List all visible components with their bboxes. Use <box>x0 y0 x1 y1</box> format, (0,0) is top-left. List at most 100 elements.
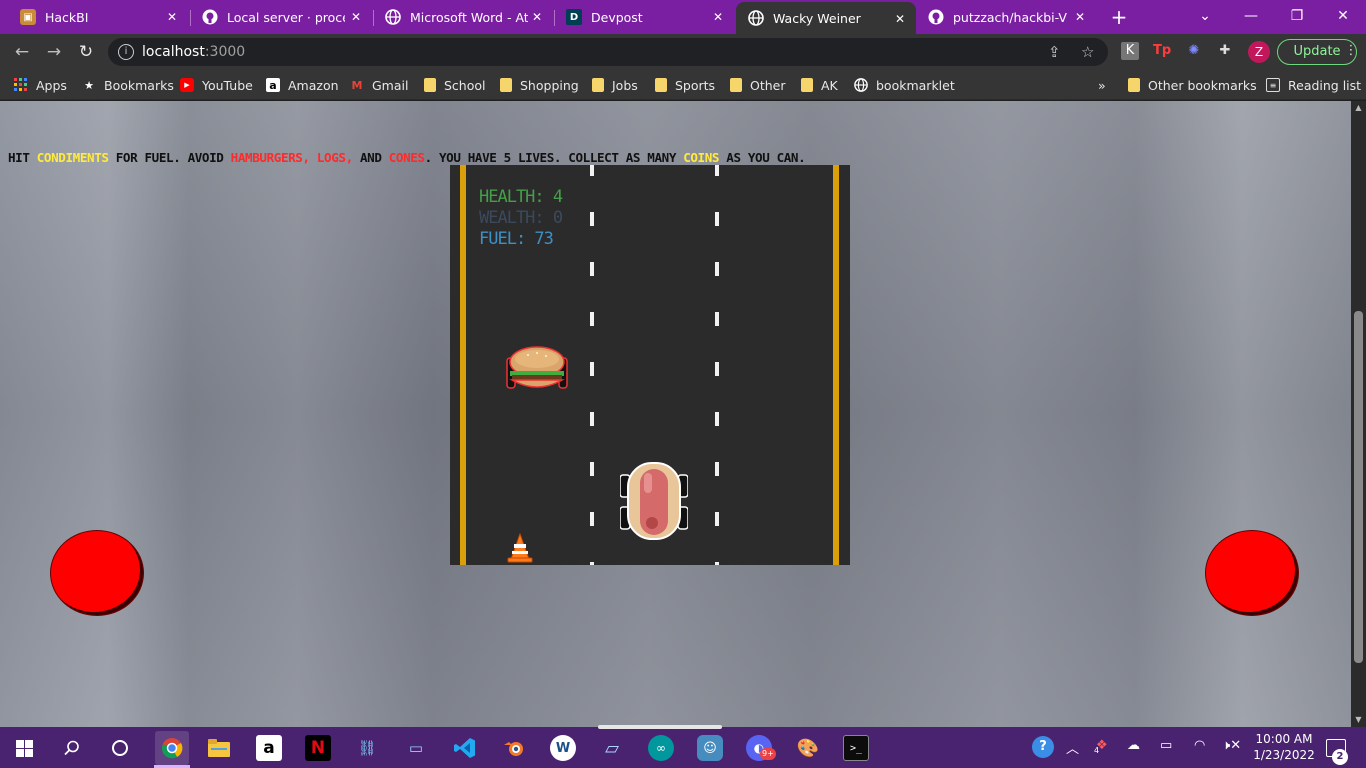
close-window-button[interactable]: ✕ <box>1331 4 1355 28</box>
tab-microsoft-word[interactable]: Microsoft Word - Attendance ✕ <box>373 0 553 34</box>
extension-tp-icon[interactable]: Tp <box>1153 42 1171 60</box>
restore-button[interactable]: ❐ <box>1285 4 1309 28</box>
address-bar[interactable]: i localhost:3000 ⇪ ☆ <box>108 38 1108 66</box>
game-instructions: Hit condiments for fuel. Avoid hamburger… <box>8 150 806 165</box>
close-icon[interactable]: ✕ <box>348 9 364 25</box>
scroll-down-arrow-icon[interactable]: ▼ <box>1354 715 1363 725</box>
show-hidden-icons-chevron-icon[interactable]: ︿ <box>1066 738 1079 757</box>
bookmark-folder-other[interactable]: Other <box>730 76 786 94</box>
lane-dash <box>590 262 594 276</box>
star-icon: ★ <box>84 78 94 92</box>
github-icon <box>928 9 944 25</box>
extension-color-icon[interactable]: ✺ <box>1185 42 1203 60</box>
chrome-icon[interactable] <box>155 731 189 765</box>
lane-dash <box>590 462 594 476</box>
system-clock[interactable]: 10:00 AM 1/23/2022 <box>1248 731 1320 763</box>
bookmark-youtube[interactable]: ▶ YouTube <box>180 76 253 94</box>
bookmark-amazon[interactable]: a Amazon <box>266 76 339 94</box>
netflix-icon[interactable]: N <box>305 735 331 761</box>
godot-icon[interactable]: ☺ <box>697 735 723 761</box>
road-left-edge-line <box>460 165 466 565</box>
help-icon[interactable]: ? <box>1032 736 1054 758</box>
minimize-button[interactable]: — <box>1239 4 1263 28</box>
new-tab-button[interactable]: + <box>1108 6 1130 28</box>
bookmark-other-bookmarks[interactable]: Other bookmarks <box>1128 76 1257 94</box>
more-bookmarks-chevron-icon[interactable]: » <box>1098 76 1106 94</box>
right-control-button[interactable] <box>1206 531 1298 615</box>
tab-hackbi-repo[interactable]: putzzach/hackbi-V ✕ <box>916 0 1096 34</box>
bookmark-folder-shopping[interactable]: Shopping <box>500 76 579 94</box>
bookmark-folder-school[interactable]: School <box>424 76 486 94</box>
wealth-stat: Wealth: 0 <box>479 208 563 228</box>
lane-dash <box>590 512 594 526</box>
amazon-icon: a <box>266 78 280 92</box>
tab-search-icon[interactable]: ⌄ <box>1193 4 1217 28</box>
stats-panel: Health: 4 Wealth: 0 Fuel: 73 <box>479 187 563 250</box>
menu-kebab-icon[interactable]: ⋮ <box>1342 42 1360 60</box>
share-icon[interactable]: ⇪ <box>1048 43 1061 61</box>
search-icon[interactable] <box>59 735 85 761</box>
amazon-app-icon[interactable]: a <box>256 735 282 761</box>
discord-icon[interactable]: ◐ 9+ <box>746 735 776 761</box>
onedrive-icon[interactable]: ☁ <box>1127 738 1140 753</box>
extension-k-icon[interactable]: K <box>1121 42 1139 60</box>
tab-devpost[interactable]: D Devpost ✕ <box>554 0 734 34</box>
lane-dash <box>715 512 719 526</box>
terminal-icon[interactable]: >_ <box>843 735 869 761</box>
notes-app-icon[interactable]: ▱ <box>599 735 625 761</box>
bookmark-folder-ak[interactable]: AK <box>801 76 838 94</box>
apps-grid-icon <box>14 78 28 92</box>
lane-dash <box>715 562 719 565</box>
gmail-icon: M <box>351 78 363 92</box>
tab-local-server[interactable]: Local server · processing ✕ <box>190 0 372 34</box>
tab-hackbi[interactable]: ▣ HackBI ✕ <box>8 0 188 34</box>
page-scrollbar[interactable]: ▲ ▼ <box>1351 101 1366 727</box>
windows-taskbar: a N ⛓ ▭ W ▱ ∞ ☺ ◐ 9+ 🎨 >_ ? ︿ ❖ 4 ☁ ▭ ◠ 🕨… <box>0 727 1366 768</box>
browser-tab-strip: ▣ HackBI ✕ Local server · processing ✕ M… <box>0 0 1366 34</box>
left-control-button[interactable] <box>51 531 143 615</box>
bookmark-bookmarks[interactable]: ★ Bookmarks <box>82 76 174 94</box>
blender-icon[interactable] <box>501 735 527 761</box>
bookmark-folder-jobs[interactable]: Jobs <box>592 76 638 94</box>
scroll-up-arrow-icon[interactable]: ▲ <box>1354 103 1363 113</box>
paint-icon[interactable]: 🎨 <box>795 735 821 761</box>
arduino-icon[interactable]: ∞ <box>648 735 674 761</box>
tab-wacky-weiner[interactable]: Wacky Weiner ✕ <box>736 2 916 34</box>
folder-icon <box>801 78 813 92</box>
close-icon[interactable]: ✕ <box>529 9 545 25</box>
remote-desktop-icon[interactable]: ▭ <box>403 735 429 761</box>
file-explorer-icon[interactable] <box>206 735 232 761</box>
back-button[interactable]: ← <box>10 40 34 64</box>
network-tool-icon[interactable]: ⛓ <box>354 735 380 761</box>
scrollbar-thumb[interactable] <box>1354 311 1363 663</box>
bookmark-star-icon[interactable]: ☆ <box>1081 43 1094 61</box>
bookmark-apps[interactable]: Apps <box>14 76 67 94</box>
bookmarks-bar: Apps ★ Bookmarks ▶ YouTube a Amazon M Gm… <box>0 70 1366 100</box>
reading-list-button[interactable]: ≡ Reading list <box>1266 76 1361 94</box>
close-icon[interactable]: ✕ <box>1072 9 1088 25</box>
forward-button[interactable]: → <box>42 40 66 64</box>
profile-avatar[interactable]: Z <box>1248 41 1270 63</box>
bookmark-gmail[interactable]: M Gmail <box>350 76 409 94</box>
wifi-icon[interactable]: ◠ <box>1194 738 1205 753</box>
bookmark-bookmarklet[interactable]: bookmarklet <box>854 76 955 94</box>
volume-muted-icon[interactable]: 🕨✕ <box>1222 738 1241 753</box>
close-icon[interactable]: ✕ <box>164 9 180 25</box>
folder-icon <box>1128 78 1140 92</box>
hotdog-player-car[interactable] <box>620 461 688 541</box>
close-icon[interactable]: ✕ <box>710 9 726 25</box>
battery-icon[interactable]: ▭ <box>1160 738 1172 753</box>
game-canvas[interactable]: Health: 4 Wealth: 0 Fuel: 73 <box>450 165 850 565</box>
site-info-icon[interactable]: i <box>118 44 134 60</box>
vscode-icon[interactable] <box>452 735 478 761</box>
browser-toolbar: ← → ↻ i localhost:3000 ⇪ ☆ K Tp ✺ ✚ Z Up… <box>0 34 1366 70</box>
cortana-icon[interactable] <box>107 735 133 761</box>
bookmark-folder-sports[interactable]: Sports <box>655 76 715 94</box>
app-w-icon[interactable]: W <box>550 735 576 761</box>
close-icon[interactable]: ✕ <box>892 11 908 27</box>
extensions-puzzle-icon[interactable]: ✚ <box>1216 42 1234 60</box>
windows-start-icon[interactable] <box>11 735 37 761</box>
tray-app-badge: 4 <box>1094 746 1100 755</box>
tray-app-icon[interactable]: ❖ 4 <box>1094 738 1108 755</box>
reload-button[interactable]: ↻ <box>74 40 98 64</box>
